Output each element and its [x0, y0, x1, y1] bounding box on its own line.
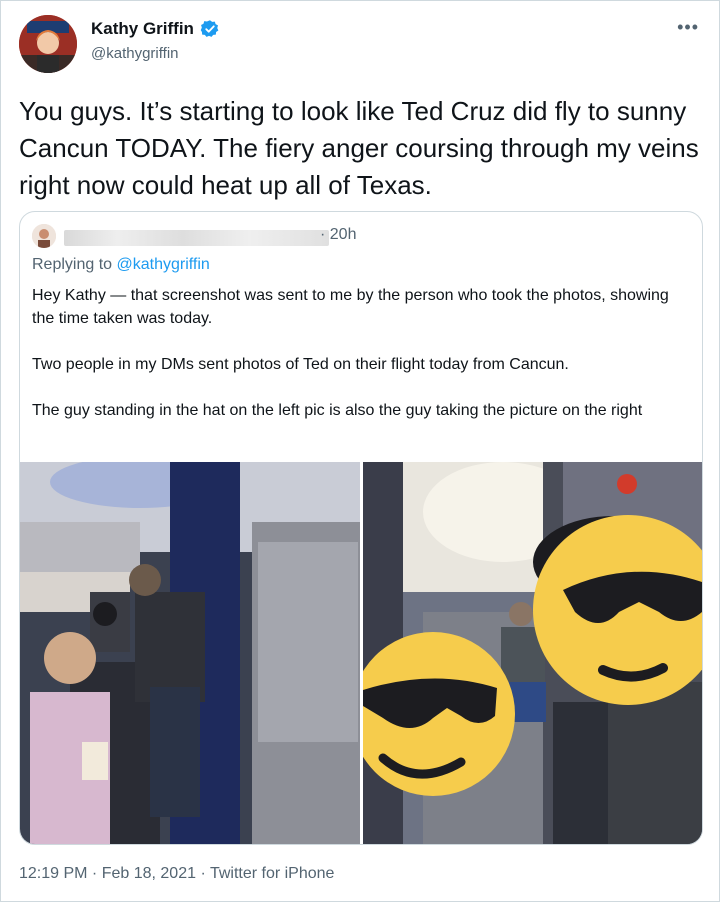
- blurred-username: [64, 230, 329, 246]
- photo-grid: [20, 462, 702, 844]
- tweet-date[interactable]: Feb 18, 2021: [102, 865, 196, 882]
- author-name[interactable]: Kathy Griffin: [91, 19, 194, 39]
- photo-left[interactable]: [20, 462, 360, 844]
- more-options-icon[interactable]: •••: [677, 17, 699, 38]
- quoted-tweet[interactable]: · 20h Replying to @kathygriffin Hey Kath…: [19, 211, 703, 845]
- tweet-card: Kathy Griffin @kathygriffin ••• You guys…: [0, 0, 720, 902]
- tweet-timestamp: 12:19 PM · Feb 18, 2021 · Twitter for iP…: [19, 865, 334, 883]
- mention-link[interactable]: @kathygriffin: [117, 256, 210, 273]
- quoted-paragraph: Two people in my DMs sent photos of Ted …: [32, 356, 569, 373]
- replying-to: Replying to @kathygriffin: [32, 256, 210, 274]
- tweet-time[interactable]: 12:19 PM: [19, 865, 87, 882]
- author-handle[interactable]: @kathygriffin: [91, 45, 179, 62]
- quoted-author-avatar[interactable]: [32, 224, 56, 248]
- tweet-text: You guys. It’s starting to look like Ted…: [19, 96, 699, 200]
- quoted-time[interactable]: · 20h: [320, 226, 356, 244]
- tweet-source[interactable]: Twitter for iPhone: [210, 865, 335, 882]
- photo-right[interactable]: [363, 462, 702, 844]
- separator: ·: [87, 865, 102, 882]
- verified-badge-icon: [200, 20, 219, 37]
- quoted-paragraph: Hey Kathy — that screenshot was sent to …: [32, 287, 669, 327]
- quoted-paragraph: The guy standing in the hat on the left …: [32, 402, 643, 419]
- author-avatar[interactable]: [19, 15, 77, 73]
- separator: ·: [196, 865, 210, 882]
- replying-prefix: Replying to: [32, 256, 117, 273]
- quoted-body: Hey Kathy — that screenshot was sent to …: [32, 284, 692, 445]
